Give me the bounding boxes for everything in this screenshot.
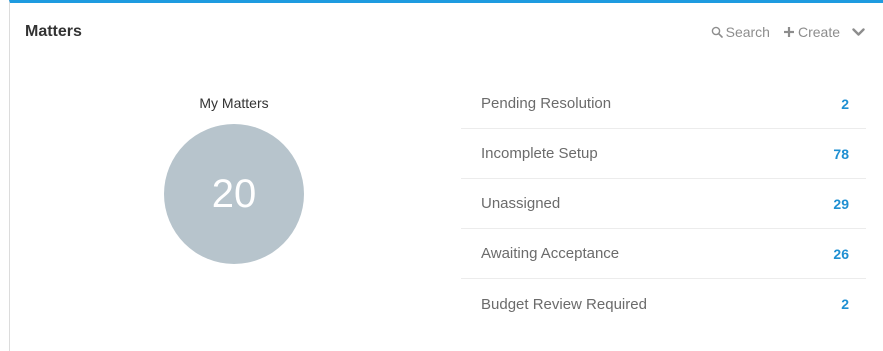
status-row-unassigned[interactable]: Unassigned 29	[461, 179, 866, 229]
search-button[interactable]: Search	[711, 24, 770, 40]
collapse-button[interactable]	[852, 24, 865, 40]
plus-icon	[783, 26, 795, 38]
panel-header: Matters Search Create	[10, 3, 883, 49]
status-row-awaiting-acceptance[interactable]: Awaiting Acceptance 26	[461, 229, 866, 279]
matter-status-list: Pending Resolution 2 Incomplete Setup 78…	[461, 79, 866, 329]
status-row-budget-review-required[interactable]: Budget Review Required 2	[461, 279, 866, 329]
status-row-incomplete-setup[interactable]: Incomplete Setup 78	[461, 129, 866, 179]
status-label: Awaiting Acceptance	[481, 245, 620, 262]
status-label: Incomplete Setup	[481, 145, 598, 162]
status-count[interactable]: 2	[841, 96, 849, 112]
search-label: Search	[725, 24, 770, 40]
create-label: Create	[797, 24, 840, 40]
status-count[interactable]: 29	[833, 196, 849, 212]
header-actions: Search Create	[711, 23, 865, 41]
my-matters-count-circle[interactable]: 20	[164, 124, 304, 264]
status-row-pending-resolution[interactable]: Pending Resolution 2	[461, 79, 866, 129]
my-matters-title: My Matters	[199, 95, 269, 111]
status-label: Budget Review Required	[481, 295, 647, 313]
matters-panel: Matters Search Create My Matters 20 Pend…	[9, 0, 883, 351]
chevron-down-icon	[852, 24, 865, 40]
status-label: Unassigned	[481, 195, 561, 212]
status-count[interactable]: 2	[841, 296, 849, 312]
panel-title: Matters	[25, 23, 82, 40]
status-label: Pending Resolution	[481, 95, 612, 112]
create-button[interactable]: Create	[783, 24, 840, 40]
my-matters-summary[interactable]: My Matters 20	[164, 94, 304, 264]
status-count[interactable]: 78	[833, 146, 849, 162]
status-count[interactable]: 26	[833, 246, 849, 262]
search-icon	[711, 26, 723, 38]
